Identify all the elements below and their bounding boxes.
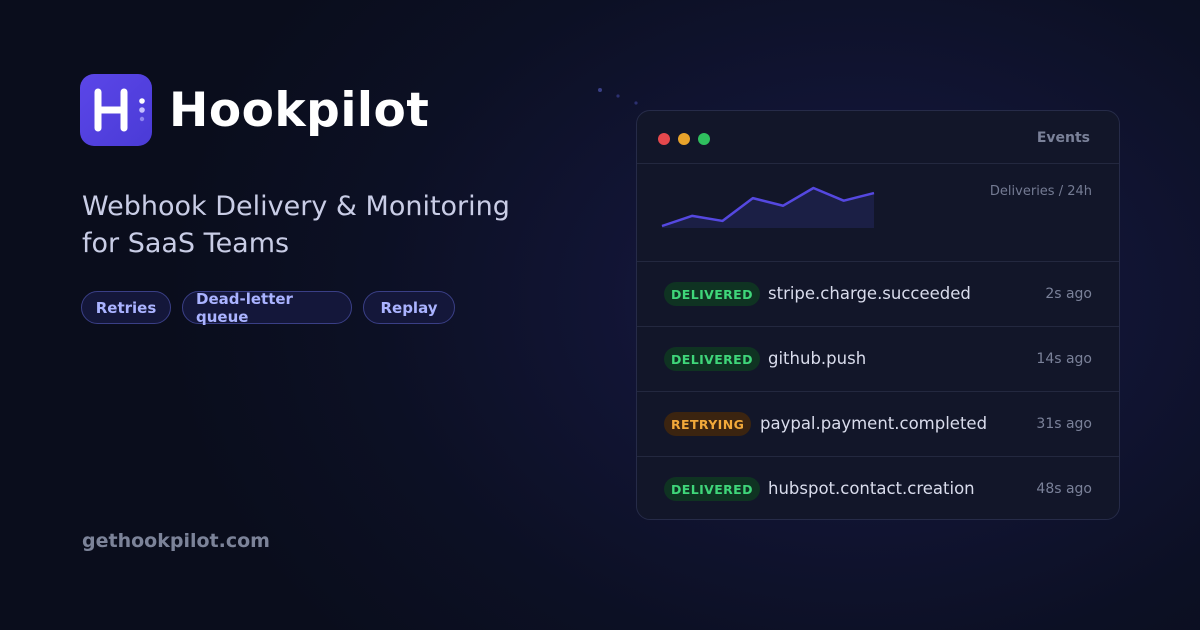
event-time: 31s ago [1036,416,1092,432]
status-badge: DELIVERED [664,282,760,306]
event-name: paypal.payment.completed [760,414,988,433]
event-name: stripe.charge.succeeded [768,284,971,303]
h-hook-logo-icon [80,74,152,146]
event-time: 48s ago [1036,481,1092,497]
window-minimize-dot [678,133,690,145]
tagline-line-2: for SaaS Teams [82,228,290,259]
tagline: Webhook Delivery & Monitoring for SaaS T… [82,188,562,262]
status-badge: DELIVERED [664,347,760,371]
deliveries-chart: Deliveries / 24h [637,164,1119,262]
event-row[interactable]: DELIVERED github.push 14s ago [637,327,1119,392]
feature-chip-dead-letter-queue: Dead-letter queue [182,290,352,326]
feature-chips: Retries Dead-letter queue Replay [81,290,466,326]
sparkline-area [662,188,874,228]
event-time: 14s ago [1036,351,1092,367]
brand-name: Hookpilot [169,82,430,138]
events-panel: Events Deliveries / 24h DELIVERED stripe… [636,110,1120,520]
event-row[interactable]: RETRYING paypal.payment.completed 31s ag… [637,392,1119,457]
event-name: github.push [768,349,867,368]
window-maximize-dot [698,133,710,145]
feature-chip-replay: Replay [363,291,455,324]
panel-header: Events [637,111,1119,164]
event-row[interactable]: DELIVERED stripe.charge.succeeded 2s ago [637,262,1119,327]
feature-chip-retries: Retries [81,291,171,324]
panel-title: Events [1036,130,1090,146]
deliveries-sparkline [661,186,875,228]
event-time: 2s ago [1045,286,1092,302]
event-row[interactable]: DELIVERED hubspot.contact.creation 48s a… [637,457,1119,519]
status-badge: RETRYING [664,412,752,436]
event-name: hubspot.contact.creation [768,479,975,498]
tagline-line-1: Webhook Delivery & Monitoring [82,191,510,222]
chart-label: Deliveries / 24h [989,184,1092,199]
brand: Hookpilot [80,74,429,146]
website-url[interactable]: gethookpilot.com [82,530,270,552]
window-close-dot [658,133,670,145]
status-badge: DELIVERED [664,477,760,501]
